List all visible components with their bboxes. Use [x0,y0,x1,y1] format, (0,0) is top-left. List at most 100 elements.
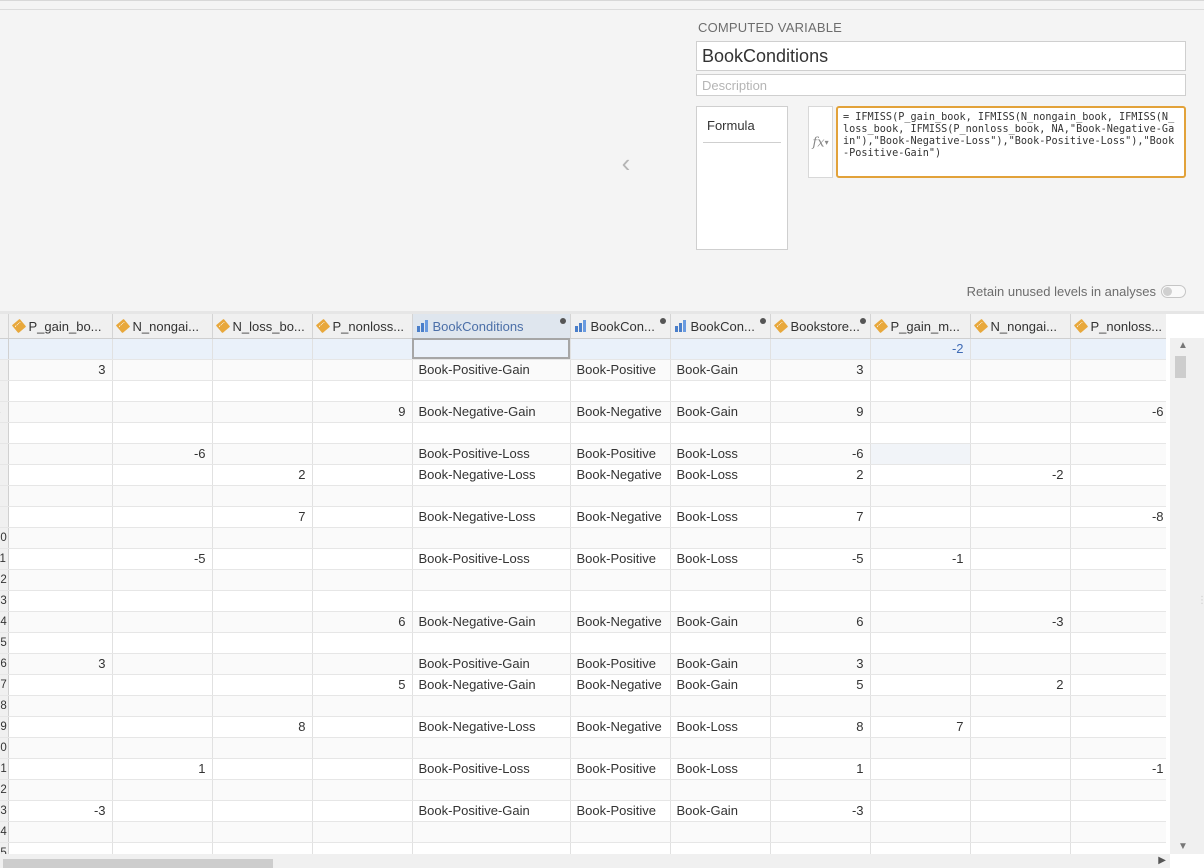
horizontal-scrollbar[interactable]: ▶ [0,854,1170,868]
table-cell[interactable] [1070,821,1166,843]
table-cell[interactable]: Book-Positive-Loss [412,548,571,570]
table-cell[interactable] [870,821,971,843]
table-cell[interactable]: -6 [770,443,871,465]
table-cell[interactable] [412,842,571,854]
table-cell[interactable] [1070,695,1166,717]
table-cell[interactable] [1070,443,1166,465]
table-cell[interactable] [570,632,671,654]
table-cell[interactable] [970,527,1071,549]
table-cell[interactable] [312,380,413,402]
table-cell[interactable] [770,527,871,549]
table-cell[interactable] [870,485,971,507]
table-cell[interactable] [112,569,213,591]
row-number[interactable]: 24 [0,821,9,843]
table-cell[interactable] [312,800,413,822]
table-cell[interactable] [670,737,771,759]
retain-unused-levels-toggle[interactable] [1161,285,1186,298]
table-cell[interactable]: -8 [1070,506,1166,528]
table-cell[interactable] [870,590,971,612]
table-cell[interactable]: Book-Positive-Gain [412,653,571,675]
table-cell[interactable] [312,758,413,780]
table-cell[interactable] [212,842,313,854]
table-cell[interactable] [770,380,871,402]
table-cell[interactable] [970,758,1071,780]
table-cell[interactable] [570,695,671,717]
table-cell[interactable] [112,380,213,402]
table-cell[interactable]: Book-Gain [670,611,771,633]
table-cell[interactable] [112,842,213,854]
table-cell[interactable] [8,569,113,591]
table-cell[interactable] [570,737,671,759]
table-cell[interactable] [770,485,871,507]
table-cell[interactable] [412,485,571,507]
table-cell[interactable]: Book-Gain [670,800,771,822]
table-cell[interactable]: 2 [970,674,1071,696]
table-cell[interactable] [670,569,771,591]
row-number[interactable]: 16 [0,653,9,675]
table-cell[interactable] [1070,527,1166,549]
row-number[interactable]: 13 [0,590,9,612]
column-header[interactable]: P_gain_m... [870,314,971,339]
table-cell[interactable] [970,422,1071,444]
table-cell[interactable] [8,527,113,549]
row-number[interactable]: 3 [0,380,9,402]
table-cell[interactable]: -3 [8,800,113,822]
table-cell[interactable] [1070,842,1166,854]
table-cell[interactable] [570,527,671,549]
table-cell[interactable] [112,401,213,423]
table-cell[interactable]: -3 [970,611,1071,633]
row-number[interactable]: 19 [0,716,9,738]
table-cell[interactable] [1070,674,1166,696]
table-cell[interactable] [770,422,871,444]
table-cell[interactable] [670,842,771,854]
table-cell[interactable]: Book-Positive [570,359,671,381]
horizontal-scroll-thumb[interactable] [3,859,273,868]
table-cell[interactable]: -2 [870,338,971,360]
table-cell[interactable] [312,359,413,381]
table-cell[interactable]: Book-Positive-Gain [412,800,571,822]
table-cell[interactable] [112,506,213,528]
table-cell[interactable] [212,569,313,591]
row-number[interactable]: 1 [0,338,9,360]
table-cell[interactable] [212,380,313,402]
table-cell[interactable]: 8 [212,716,313,738]
table-cell[interactable] [870,422,971,444]
table-cell[interactable] [112,464,213,486]
table-cell[interactable] [8,485,113,507]
table-cell[interactable] [212,359,313,381]
table-cell[interactable] [770,338,871,360]
row-number[interactable]: 6 [0,443,9,465]
column-header[interactable]: BookCon... [570,314,671,339]
table-cell[interactable] [412,695,571,717]
table-cell[interactable]: -6 [112,443,213,465]
table-cell[interactable]: 7 [770,506,871,528]
table-cell[interactable] [212,779,313,801]
table-cell[interactable] [1070,422,1166,444]
table-cell[interactable] [8,443,113,465]
table-cell[interactable] [8,632,113,654]
table-cell[interactable]: Book-Gain [670,674,771,696]
table-cell[interactable] [870,632,971,654]
table-cell[interactable] [112,779,213,801]
row-number[interactable]: 20 [0,737,9,759]
table-cell[interactable] [212,611,313,633]
vertical-scroll-thumb[interactable] [1175,356,1186,378]
table-cell[interactable] [1070,380,1166,402]
table-cell[interactable] [112,716,213,738]
table-cell[interactable] [670,338,771,360]
table-cell[interactable]: 5 [770,674,871,696]
table-cell[interactable] [112,737,213,759]
table-cell[interactable] [1070,653,1166,675]
table-cell[interactable]: 2 [770,464,871,486]
table-cell[interactable] [112,695,213,717]
row-number[interactable]: 18 [0,695,9,717]
table-cell[interactable]: Book-Loss [670,443,771,465]
table-cell[interactable]: Book-Negative [570,674,671,696]
table-cell[interactable] [212,485,313,507]
row-number[interactable]: 17 [0,674,9,696]
table-cell[interactable] [670,695,771,717]
table-cell[interactable] [212,401,313,423]
table-cell[interactable] [312,506,413,528]
table-cell[interactable] [8,338,113,360]
table-cell[interactable]: Book-Positive [570,548,671,570]
